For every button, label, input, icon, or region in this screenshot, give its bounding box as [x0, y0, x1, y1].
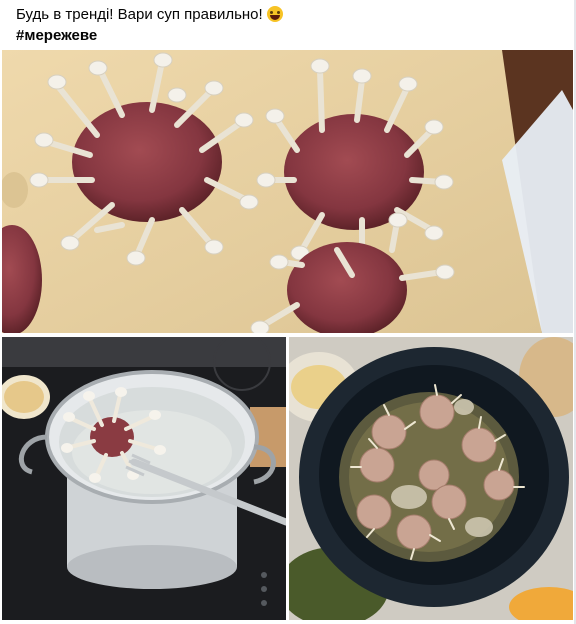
pot-with-meatball-on-fork-photo-icon — [2, 337, 286, 620]
laughing-face-emoji-icon — [266, 6, 283, 22]
photo-main[interactable] — [2, 50, 573, 333]
hashtag-link[interactable]: #мережеве — [16, 27, 97, 44]
post-text-line-2: #мережеве — [16, 25, 566, 46]
post-text-line-1: Будь в тренді! Вари суп правильно! — [16, 4, 566, 25]
photo-left[interactable] — [2, 337, 286, 620]
raw-meatballs-photo-icon — [2, 50, 573, 333]
photo-right[interactable] — [289, 337, 573, 620]
post-text: Будь в тренді! Вари суп правильно! #мере… — [16, 4, 566, 46]
pot-of-meatball-soup-photo-icon — [289, 337, 573, 620]
post-caption: Будь в тренді! Вари суп правильно! — [16, 6, 263, 23]
